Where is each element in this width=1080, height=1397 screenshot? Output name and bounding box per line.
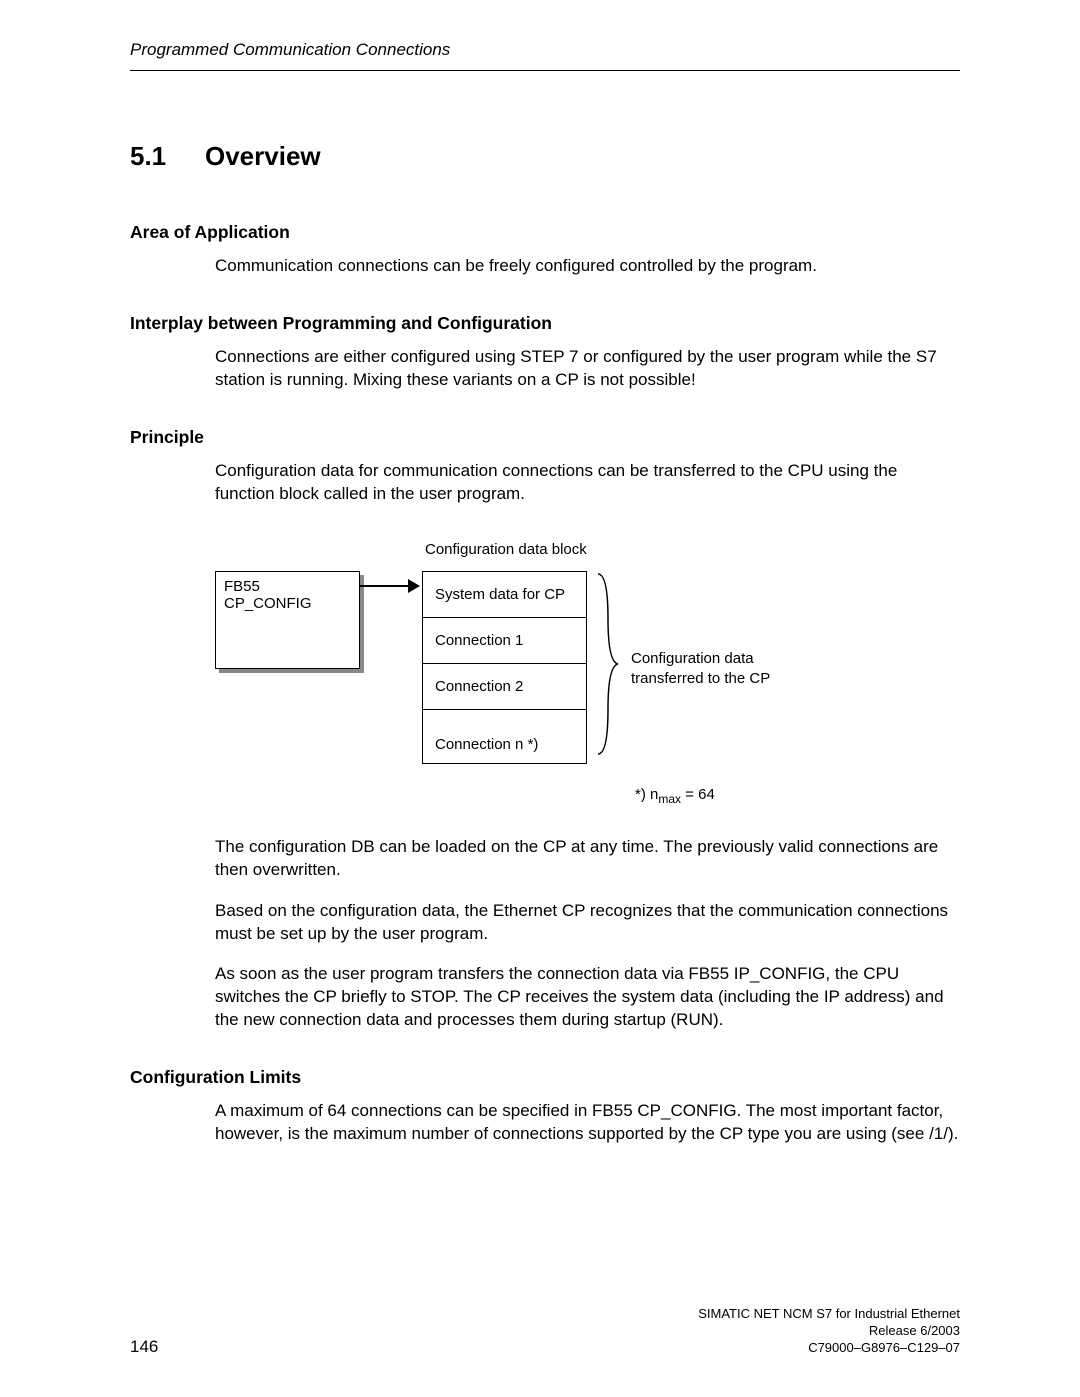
footer-doc-line1: SIMATIC NET NCM S7 for Industrial Ethern… xyxy=(698,1306,960,1323)
brace-text-line1: Configuration data xyxy=(631,650,754,667)
brace-icon xyxy=(593,569,623,759)
body-interplay: Connections are either configured using … xyxy=(215,346,960,392)
page-number: 146 xyxy=(130,1337,158,1356)
nmax-note: *) nmax = 64 xyxy=(635,786,715,806)
brace-text: Configuration data transferred to the CP xyxy=(631,649,770,690)
arrow-line xyxy=(360,585,410,587)
cdb-row-connection-1: Connection 1 xyxy=(423,618,586,664)
arrow-head-icon xyxy=(408,579,420,593)
heading-interplay: Interplay between Programming and Config… xyxy=(130,313,960,334)
footer-doc-line2: Release 6/2003 xyxy=(698,1323,960,1340)
section-title-text: Overview xyxy=(205,141,321,171)
fb-box: FB55 CP_CONFIG xyxy=(215,571,360,669)
footer-doc-line3: C79000–G8976–C129–07 xyxy=(698,1340,960,1357)
heading-config-limits: Configuration Limits xyxy=(130,1067,960,1088)
document-page: Programmed Communication Connections 5.1… xyxy=(0,0,1080,1397)
cdb-row-connection-n: Connection n *) xyxy=(423,710,586,763)
heading-principle: Principle xyxy=(130,427,960,448)
principle-diagram: FB55 CP_CONFIG Configuration data block … xyxy=(215,541,960,821)
running-header: Programmed Communication Connections xyxy=(130,40,960,71)
section-title: 5.1Overview xyxy=(130,141,960,172)
nmax-suffix: = 64 xyxy=(681,786,715,803)
page-footer: 146 SIMATIC NET NCM S7 for Industrial Et… xyxy=(130,1337,960,1357)
body-principle-intro: Configuration data for communication con… xyxy=(215,460,960,506)
body-principle-p1: The configuration DB can be loaded on th… xyxy=(215,836,960,882)
nmax-sub: max xyxy=(658,792,681,806)
cdb-row-system-data: System data for CP xyxy=(423,572,586,618)
body-config-limits: A maximum of 64 connections can be speci… xyxy=(215,1100,960,1146)
nmax-prefix: *) n xyxy=(635,786,658,803)
cdb-row-connection-2: Connection 2 xyxy=(423,664,586,710)
body-principle-p2: Based on the configuration data, the Eth… xyxy=(215,900,960,946)
body-principle-p3: As soon as the user program transfers th… xyxy=(215,963,960,1032)
heading-area-of-application: Area of Application xyxy=(130,222,960,243)
cdb-label: Configuration data block xyxy=(425,541,587,558)
footer-doc-info: SIMATIC NET NCM S7 for Industrial Ethern… xyxy=(698,1306,960,1357)
body-area-of-application: Communication connections can be freely … xyxy=(215,255,960,278)
cdb-box: System data for CP Connection 1 Connecti… xyxy=(422,571,587,764)
brace-text-line2: transferred to the CP xyxy=(631,670,770,687)
section-number: 5.1 xyxy=(130,141,205,172)
